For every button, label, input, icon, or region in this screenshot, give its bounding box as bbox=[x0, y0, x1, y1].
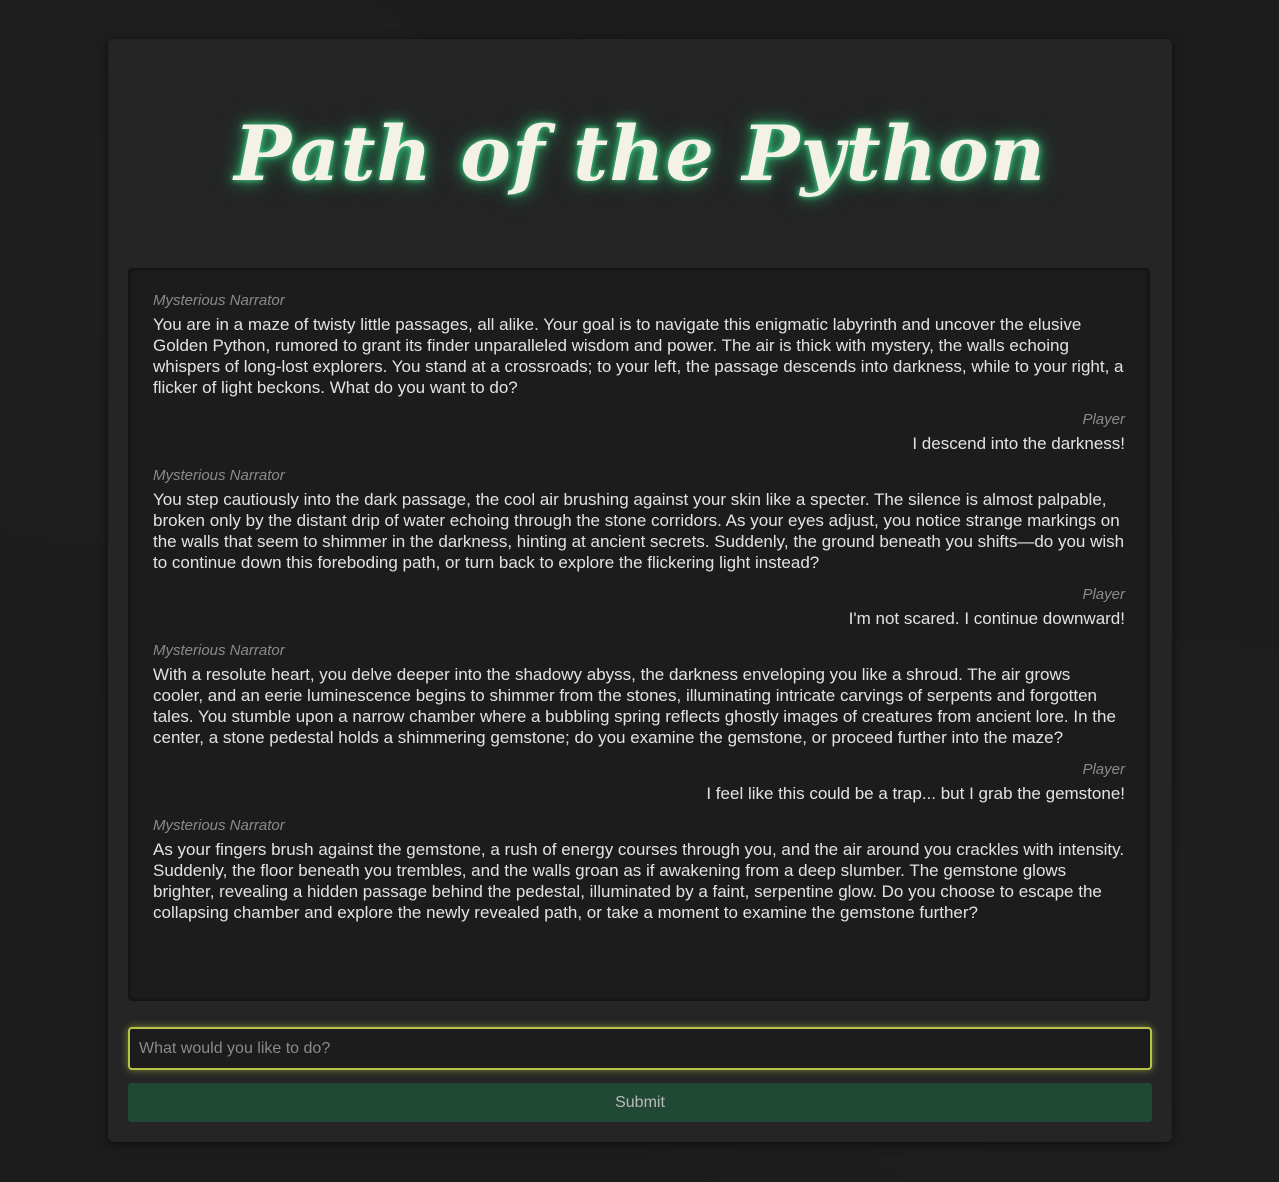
game-panel: Path of the Python Mysterious Narrator Y… bbox=[108, 39, 1172, 1142]
message-text: I feel like this could be a trap... but … bbox=[706, 784, 1125, 803]
submit-button[interactable]: Submit bbox=[128, 1083, 1152, 1122]
message-text: As your fingers brush against the gemsto… bbox=[153, 840, 1125, 922]
message-text: I'm not scared. I continue downward! bbox=[848, 609, 1125, 628]
narrator-message: Mysterious Narrator You are in a maze of… bbox=[153, 291, 1125, 398]
title-banner: Path of the Python bbox=[108, 89, 1172, 219]
command-input[interactable] bbox=[128, 1027, 1152, 1070]
speaker-label: Mysterious Narrator bbox=[153, 642, 285, 659]
player-message: Player I feel like this could be a trap.… bbox=[153, 760, 1125, 804]
message-text: You are in a maze of twisty little passa… bbox=[153, 315, 1124, 397]
message-text: You step cautiously into the dark passag… bbox=[153, 490, 1125, 572]
speaker-label: Player bbox=[1082, 586, 1125, 603]
player-message: Player I descend into the darkness! bbox=[153, 410, 1125, 454]
page-title: Path of the Python bbox=[234, 109, 1046, 198]
chat-log[interactable]: Mysterious Narrator You are in a maze of… bbox=[128, 268, 1150, 1001]
message-text: With a resolute heart, you delve deeper … bbox=[153, 665, 1116, 747]
narrator-message: Mysterious Narrator With a resolute hear… bbox=[153, 641, 1125, 748]
speaker-label: Player bbox=[1082, 411, 1125, 428]
message-text: I descend into the darkness! bbox=[912, 434, 1125, 453]
speaker-label: Mysterious Narrator bbox=[153, 467, 285, 484]
narrator-message: Mysterious Narrator As your fingers brus… bbox=[153, 816, 1125, 923]
player-message: Player I'm not scared. I continue downwa… bbox=[153, 585, 1125, 629]
speaker-label: Player bbox=[1082, 761, 1125, 778]
narrator-message: Mysterious Narrator You step cautiously … bbox=[153, 466, 1125, 573]
speaker-label: Mysterious Narrator bbox=[153, 292, 285, 309]
speaker-label: Mysterious Narrator bbox=[153, 817, 285, 834]
